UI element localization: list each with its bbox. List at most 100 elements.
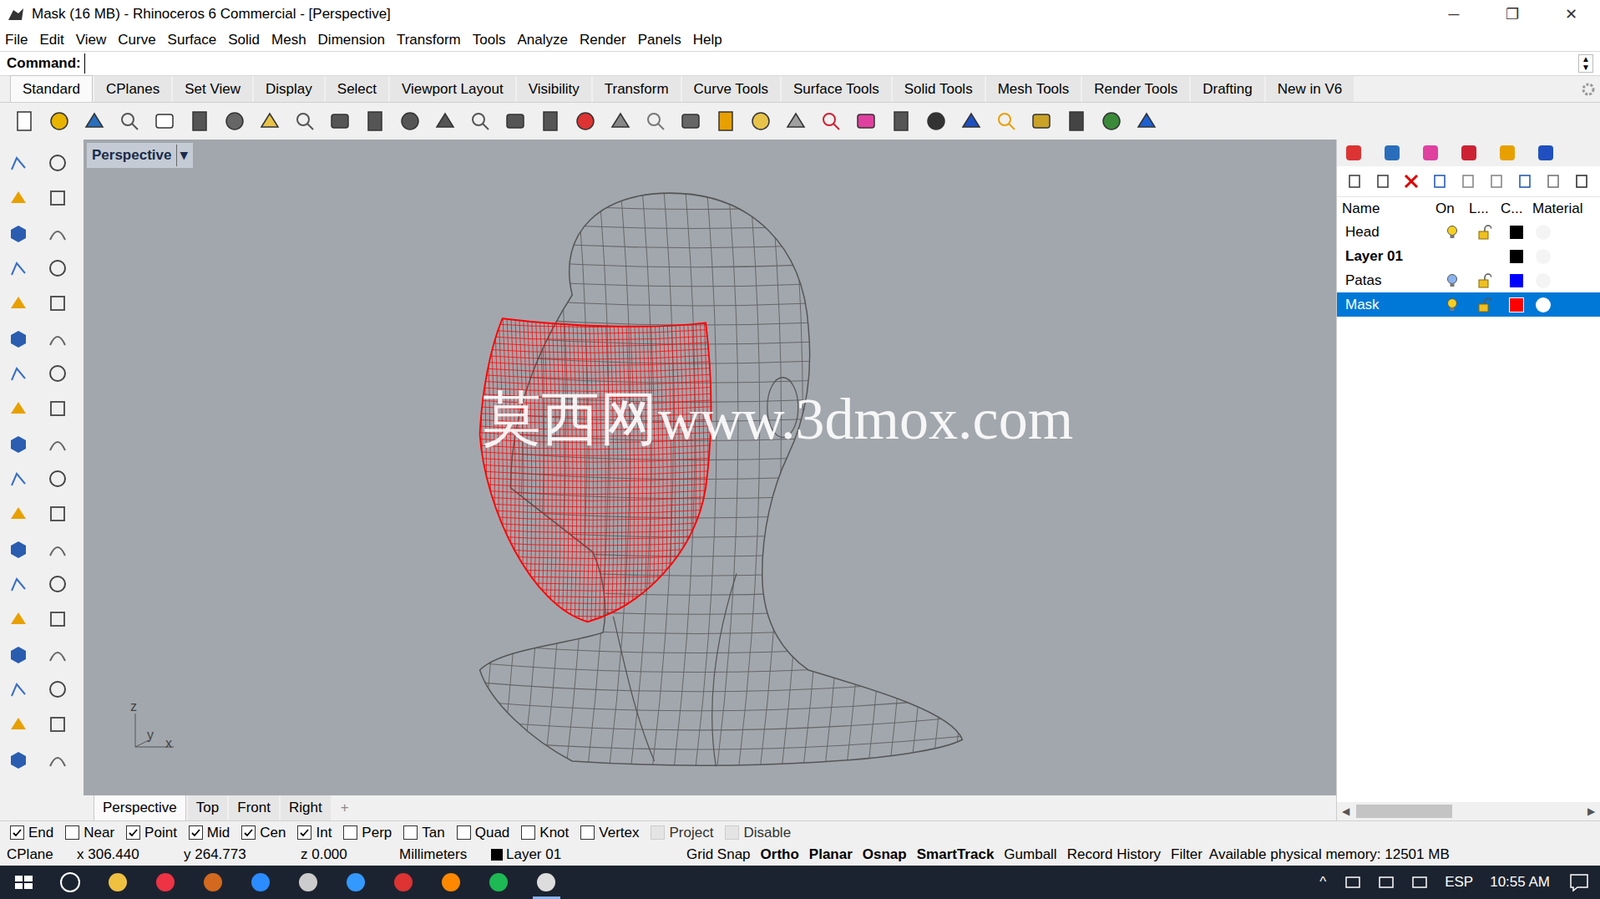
panel-tab-icon[interactable] xyxy=(1343,142,1364,163)
layer-row[interactable]: Layer 01 xyxy=(1336,243,1600,269)
layer-tool-icon[interactable] xyxy=(1402,172,1421,191)
status-layer[interactable]: Layer 01 xyxy=(491,843,682,866)
menu-item[interactable]: File xyxy=(5,29,28,51)
taskbar-app-icon[interactable] xyxy=(94,865,142,899)
tool-icon[interactable] xyxy=(187,108,213,134)
panel-tab-icon[interactable] xyxy=(1458,142,1479,163)
status-toggle[interactable]: Filter xyxy=(1165,843,1208,866)
tool-icon[interactable] xyxy=(46,108,72,134)
viewport-canvas[interactable]: Perspective▾莫西网www.3dmox.comzyx xyxy=(83,139,1337,795)
taskbar-app-icon[interactable] xyxy=(46,865,95,899)
layer-tool-icon[interactable] xyxy=(1544,172,1563,191)
tool-icon[interactable] xyxy=(6,256,31,280)
windows-icon[interactable] xyxy=(0,865,47,899)
bulb-icon[interactable] xyxy=(1446,224,1459,240)
viewport-tab[interactable]: Front xyxy=(228,794,279,821)
panel-tab-icon[interactable] xyxy=(1420,142,1441,163)
viewport-tab[interactable]: Top xyxy=(187,794,228,821)
tray-language[interactable]: ESP xyxy=(1436,870,1482,893)
tool-icon[interactable] xyxy=(713,108,739,134)
status-toggle[interactable]: Planar xyxy=(804,843,858,866)
window-control[interactable]: ✕ xyxy=(1541,3,1600,26)
layer-row[interactable]: Mask xyxy=(1336,292,1600,317)
tool-icon[interactable] xyxy=(362,108,388,134)
tool-icon[interactable] xyxy=(292,108,318,134)
gear-icon[interactable] xyxy=(1579,81,1597,98)
osnap-checkbox[interactable]: Point xyxy=(126,821,178,844)
panel-tab-icon[interactable] xyxy=(1497,142,1518,163)
status-toggle[interactable]: Gumball xyxy=(998,843,1062,866)
layer-color-swatch[interactable] xyxy=(1508,273,1525,289)
taskbar-app-icon[interactable] xyxy=(237,865,285,899)
toolbar-tab[interactable]: Visibility xyxy=(516,75,592,103)
model-drawing[interactable] xyxy=(83,139,1337,795)
layer-tool-icon[interactable] xyxy=(1458,172,1478,191)
tool-icon[interactable] xyxy=(572,108,598,134)
taskbar-app-icon[interactable] xyxy=(189,865,238,899)
tray-caret[interactable]: ^ xyxy=(1309,870,1337,893)
tool-icon[interactable] xyxy=(45,677,70,701)
tool-icon[interactable] xyxy=(6,572,31,596)
toolbar-tab[interactable]: Surface Tools xyxy=(781,75,892,103)
toolbar-tab[interactable]: Solid Tools xyxy=(892,75,985,103)
material-swatch[interactable] xyxy=(1535,273,1551,289)
tool-icon[interactable] xyxy=(45,396,70,421)
toolbar-tab[interactable]: New in V6 xyxy=(1265,75,1354,103)
tool-icon[interactable] xyxy=(11,108,37,134)
tool-icon[interactable] xyxy=(6,186,31,210)
menu-item[interactable]: Surface xyxy=(167,29,218,51)
menu-item[interactable]: Transform xyxy=(396,29,461,51)
material-swatch[interactable] xyxy=(1535,224,1551,240)
window-control[interactable]: ❐ xyxy=(1483,3,1542,26)
menu-item[interactable]: Help xyxy=(693,29,723,51)
tool-icon[interactable] xyxy=(327,108,353,134)
command-input[interactable] xyxy=(84,53,1579,74)
toolbar-tab[interactable]: Select xyxy=(325,75,389,103)
tool-icon[interactable] xyxy=(6,501,31,526)
tool-icon[interactable] xyxy=(45,326,70,350)
osnap-checkbox[interactable]: Mid xyxy=(188,821,230,844)
tool-icon[interactable] xyxy=(923,108,949,134)
tool-icon[interactable] xyxy=(1098,108,1125,134)
layer-row[interactable]: Patas xyxy=(1336,268,1600,293)
tool-icon[interactable] xyxy=(888,108,914,134)
layer-tool-icon[interactable] xyxy=(1373,172,1393,191)
tool-icon[interactable] xyxy=(467,108,493,134)
taskbar-app-icon[interactable] xyxy=(475,865,523,899)
taskbar-app-icon[interactable] xyxy=(427,865,476,899)
tool-icon[interactable] xyxy=(1134,108,1160,134)
lock-icon[interactable] xyxy=(1478,224,1492,240)
tool-icon[interactable] xyxy=(643,108,669,134)
tool-icon[interactable] xyxy=(6,466,31,491)
window-control[interactable]: ─ xyxy=(1424,3,1484,26)
layer-color-swatch[interactable] xyxy=(1508,224,1525,240)
status-toggle[interactable]: Osnap xyxy=(857,843,912,866)
tray-clock[interactable]: 10:55 AM xyxy=(1481,870,1559,893)
tool-icon[interactable] xyxy=(1063,108,1089,134)
tool-icon[interactable] xyxy=(748,108,774,134)
toolbar-tab[interactable]: Set View xyxy=(172,75,253,103)
tool-icon[interactable] xyxy=(6,747,31,771)
osnap-checkbox[interactable]: Near xyxy=(65,821,115,844)
horizontal-scrollbar[interactable]: ◀▶ xyxy=(1336,801,1600,821)
status-toggle[interactable]: Ortho xyxy=(755,843,805,866)
toolbar-tab[interactable]: Drafting xyxy=(1190,75,1265,103)
tool-icon[interactable] xyxy=(45,572,70,596)
tool-icon[interactable] xyxy=(6,536,31,561)
tool-icon[interactable] xyxy=(45,361,70,385)
tool-icon[interactable] xyxy=(853,108,879,134)
material-swatch[interactable] xyxy=(1535,248,1551,264)
tool-icon[interactable] xyxy=(45,536,70,561)
layer-row[interactable]: Head xyxy=(1336,219,1600,244)
tray-icon[interactable] xyxy=(1336,871,1370,892)
tool-icon[interactable] xyxy=(45,256,70,280)
osnap-checkbox[interactable]: Tan xyxy=(403,821,445,844)
tool-icon[interactable] xyxy=(993,108,1019,134)
bulb-icon[interactable] xyxy=(1446,273,1459,289)
menu-item[interactable]: Solid xyxy=(227,29,260,51)
toolbar-tab[interactable]: CPlanes xyxy=(94,75,172,103)
viewport-label[interactable]: Perspective▾ xyxy=(86,142,193,168)
tool-icon[interactable] xyxy=(6,431,31,456)
tool-icon[interactable] xyxy=(151,108,178,134)
toolbar-tab[interactable]: Viewport Layout xyxy=(389,75,516,103)
